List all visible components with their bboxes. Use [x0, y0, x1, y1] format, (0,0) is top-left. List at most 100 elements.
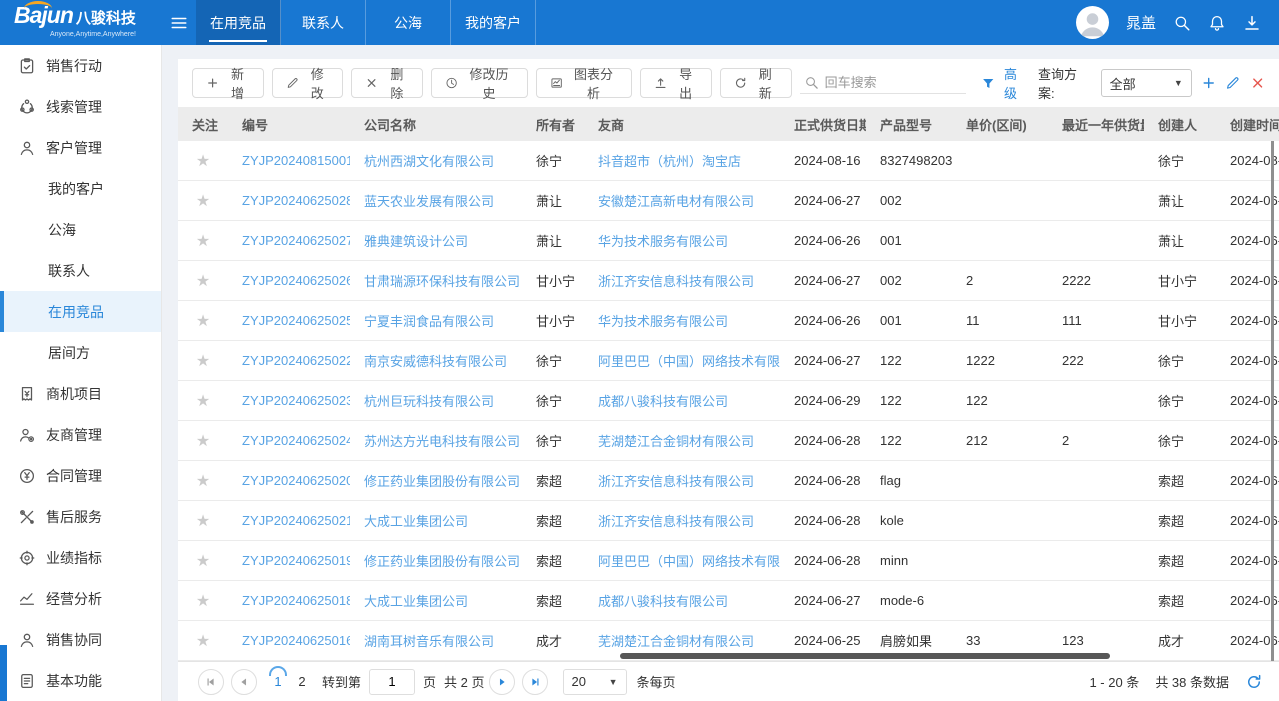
column-header[interactable]: 编号: [228, 115, 350, 134]
table-row[interactable]: ZYJP20240625026 甘肃瑞源环保科技有限公司 甘小宁 浙江齐安信息科…: [178, 261, 1279, 301]
user-avatar[interactable]: [1076, 6, 1109, 39]
star-icon[interactable]: [178, 351, 228, 371]
search-input[interactable]: [825, 75, 957, 90]
star-icon[interactable]: [178, 191, 228, 211]
column-header[interactable]: 创建时间: [1216, 115, 1279, 134]
query-scheme-select[interactable]: 全部 ▼: [1101, 69, 1192, 97]
table-row[interactable]: ZYJP20240625022 南京安威德科技有限公司 徐宁 阿里巴巴（中国）网…: [178, 341, 1279, 381]
cell-company[interactable]: 大成工业集团公司: [350, 511, 522, 530]
cell-friend[interactable]: 阿里巴巴（中国）网络技术有限...: [584, 351, 780, 370]
cell-friend[interactable]: 浙江齐安信息科技有限公司: [584, 511, 780, 530]
toolbar-button[interactable]: 新增: [192, 68, 264, 98]
table-row[interactable]: ZYJP20240625021 大成工业集团公司 索超 浙江齐安信息科技有限公司…: [178, 501, 1279, 541]
sidebar-item[interactable]: 联系人: [0, 250, 161, 291]
sidebar-item[interactable]: 线索管理: [0, 86, 161, 127]
toolbar-button[interactable]: 导出: [640, 68, 712, 98]
cell-company[interactable]: 修正药业集团股份有限公司: [350, 471, 522, 490]
sidebar-item[interactable]: 售后服务: [0, 496, 161, 537]
cell-company[interactable]: 杭州西湖文化有限公司: [350, 151, 522, 170]
sidebar-item[interactable]: 商机项目: [0, 373, 161, 414]
cell-code[interactable]: ZYJP20240625028: [228, 193, 350, 208]
table-row[interactable]: ZYJP20240625025 宁夏丰润食品有限公司 甘小宁 华为技术服务有限公…: [178, 301, 1279, 341]
table-row[interactable]: ZYJP20240625018 大成工业集团公司 索超 成都八骏科技有限公司 2…: [178, 581, 1279, 621]
table-row[interactable]: ZYJP20240625019 修正药业集团股份有限公司 索超 阿里巴巴（中国）…: [178, 541, 1279, 581]
toolbar-button[interactable]: 图表分析: [536, 68, 632, 98]
column-header[interactable]: 产品型号: [866, 115, 952, 134]
sidebar-item[interactable]: 客户管理: [0, 127, 161, 168]
column-header[interactable]: 所有者: [522, 115, 584, 134]
cell-code[interactable]: ZYJP20240625022: [228, 353, 350, 368]
table-row[interactable]: ZYJP20240625023 杭州巨玩科技有限公司 徐宁 成都八骏科技有限公司…: [178, 381, 1279, 421]
topbar-tab[interactable]: 公海: [366, 0, 451, 45]
star-icon[interactable]: [178, 311, 228, 331]
horizontal-scrollbar[interactable]: [620, 653, 1110, 659]
star-icon[interactable]: [178, 631, 228, 651]
sidebar-item[interactable]: 销售行动: [0, 45, 161, 86]
sidebar-item[interactable]: 公海: [0, 209, 161, 250]
cell-code[interactable]: ZYJP20240625023: [228, 393, 350, 408]
cell-friend[interactable]: 华为技术服务有限公司: [584, 231, 780, 250]
reload-icon[interactable]: [1245, 673, 1263, 691]
first-page-button[interactable]: [198, 669, 224, 695]
toolbar-button[interactable]: 刷新: [720, 68, 792, 98]
column-header[interactable]: 友商: [584, 115, 780, 134]
star-icon[interactable]: [178, 231, 228, 251]
table-row[interactable]: ZYJP20240625024 苏州达方光电科技有限公司 徐宁 芜湖楚江合金铜材…: [178, 421, 1279, 461]
column-header[interactable]: 正式供货日期: [780, 115, 866, 134]
cell-friend[interactable]: 阿里巴巴（中国）网络技术有限...: [584, 551, 780, 570]
cell-company[interactable]: 苏州达方光电科技有限公司: [350, 431, 522, 450]
star-icon[interactable]: [178, 271, 228, 291]
cell-friend[interactable]: 芜湖楚江合金铜材有限公司: [584, 631, 780, 650]
page-number[interactable]: 2: [290, 674, 314, 689]
toolbar-button[interactable]: 修改: [272, 68, 344, 98]
star-icon[interactable]: [178, 551, 228, 571]
cell-friend[interactable]: 成都八骏科技有限公司: [584, 391, 780, 410]
column-header[interactable]: 单价(区间): [952, 115, 1048, 134]
table-row[interactable]: ZYJP20240625028 蓝天农业发展有限公司 萧让 安徽楚江高新电材有限…: [178, 181, 1279, 221]
vertical-scrollbar[interactable]: [1271, 141, 1274, 661]
cell-code[interactable]: ZYJP20240625016: [228, 633, 350, 648]
advanced-search-link[interactable]: 高级: [1004, 64, 1029, 102]
cell-code[interactable]: ZYJP20240625026: [228, 273, 350, 288]
sidebar-item[interactable]: 销售协同: [0, 619, 161, 660]
download-icon[interactable]: [1243, 14, 1261, 32]
cell-code[interactable]: ZYJP20240625019: [228, 553, 350, 568]
cell-friend[interactable]: 安徽楚江高新电材有限公司: [584, 191, 780, 210]
star-icon[interactable]: [178, 591, 228, 611]
cell-company[interactable]: 蓝天农业发展有限公司: [350, 191, 522, 210]
cell-friend[interactable]: 浙江齐安信息科技有限公司: [584, 471, 780, 490]
cell-company[interactable]: 杭州巨玩科技有限公司: [350, 391, 522, 410]
page-number[interactable]: 1: [266, 674, 290, 689]
topbar-tab[interactable]: 联系人: [281, 0, 366, 45]
cell-friend[interactable]: 浙江齐安信息科技有限公司: [584, 271, 780, 290]
sidebar-item[interactable]: 基本功能: [0, 660, 161, 701]
prev-page-button[interactable]: [231, 669, 257, 695]
page-size-select[interactable]: 20 ▼: [563, 669, 627, 695]
user-name[interactable]: 晁盖: [1126, 12, 1156, 33]
goto-page-input[interactable]: [369, 669, 415, 695]
sidebar-item[interactable]: 在用竞品: [0, 291, 161, 332]
table-row[interactable]: ZYJP20240625027 雅典建筑设计公司 萧让 华为技术服务有限公司 2…: [178, 221, 1279, 261]
cell-code[interactable]: ZYJP20240625024: [228, 433, 350, 448]
star-icon[interactable]: [178, 511, 228, 531]
delete-scheme-button[interactable]: [1250, 75, 1265, 91]
table-row[interactable]: ZYJP20240815001 杭州西湖文化有限公司 徐宁 抖音超市（杭州）淘宝…: [178, 141, 1279, 181]
sidebar-item[interactable]: 友商管理: [0, 414, 161, 455]
sidebar-item[interactable]: 业绩指标: [0, 537, 161, 578]
sidebar-item[interactable]: 居间方: [0, 332, 161, 373]
cell-code[interactable]: ZYJP20240625027: [228, 233, 350, 248]
column-header[interactable]: 最近一年供货量: [1048, 115, 1144, 134]
star-icon[interactable]: [178, 391, 228, 411]
star-icon[interactable]: [178, 471, 228, 491]
star-icon[interactable]: [178, 151, 228, 171]
notification-bell-icon[interactable]: [1208, 14, 1226, 32]
cell-friend[interactable]: 芜湖楚江合金铜材有限公司: [584, 431, 780, 450]
cell-friend[interactable]: 华为技术服务有限公司: [584, 311, 780, 330]
cell-code[interactable]: ZYJP20240625020: [228, 473, 350, 488]
cell-company[interactable]: 大成工业集团公司: [350, 591, 522, 610]
cell-company[interactable]: 南京安威德科技有限公司: [350, 351, 522, 370]
star-icon[interactable]: [178, 431, 228, 451]
topbar-tab[interactable]: 我的客户: [451, 0, 536, 45]
sidebar-item[interactable]: 合同管理: [0, 455, 161, 496]
next-page-button[interactable]: [489, 669, 515, 695]
